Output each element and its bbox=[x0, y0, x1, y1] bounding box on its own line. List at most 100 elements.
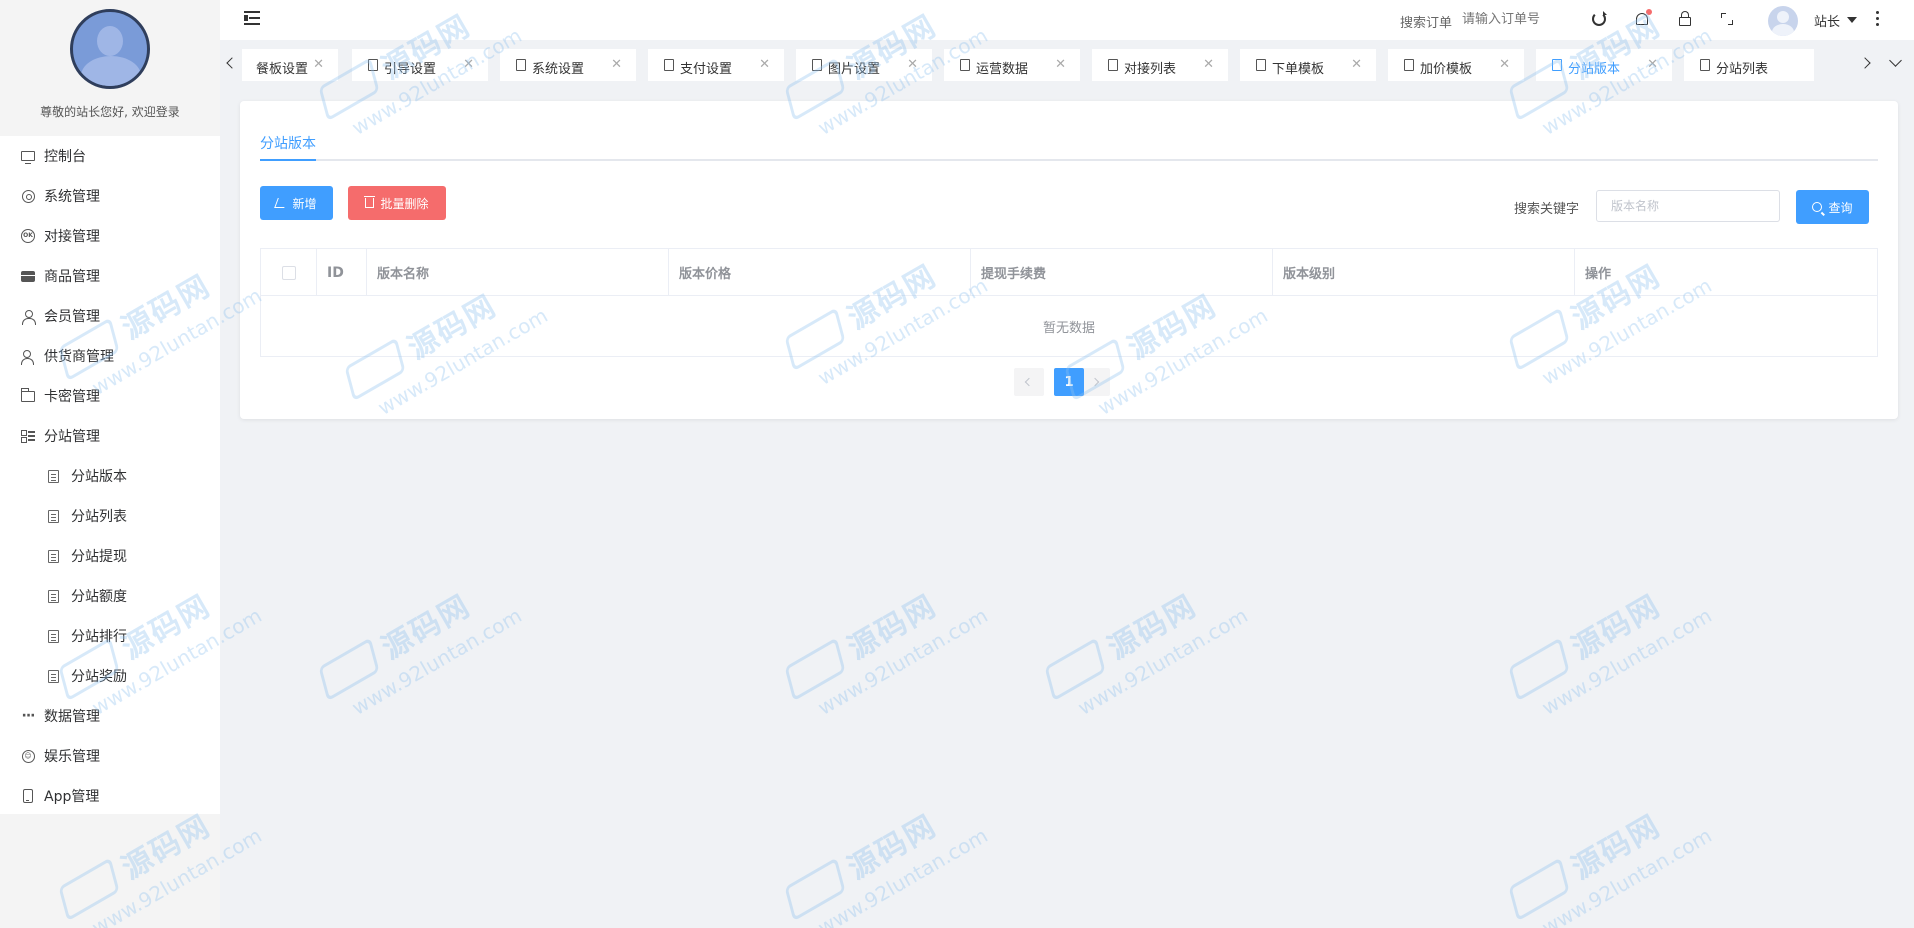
close-icon[interactable]: ✕ bbox=[463, 58, 474, 72]
sidebar-item-suppliers[interactable]: 供货商管理 bbox=[0, 336, 220, 376]
keyword-label: 搜索关键字 bbox=[1514, 202, 1580, 217]
sidebar-item-label: 娱乐管理 bbox=[44, 749, 100, 765]
sidebar-item-entertainment[interactable]: ☺ 娱乐管理 bbox=[0, 736, 220, 776]
sidebar-item-docking[interactable]: OK 对接管理 bbox=[0, 216, 220, 256]
tabs-dropdown-icon[interactable] bbox=[1888, 54, 1902, 69]
refresh-icon[interactable] bbox=[1590, 10, 1608, 28]
gear-icon bbox=[20, 188, 36, 204]
sidebar-subitem-versions[interactable]: 分站版本 bbox=[0, 456, 220, 496]
close-icon[interactable]: ✕ bbox=[1351, 58, 1362, 72]
collapse-menu-icon[interactable] bbox=[244, 11, 262, 27]
sidebar-item-substations[interactable]: 分站管理 bbox=[0, 416, 220, 456]
prev-page-button[interactable] bbox=[1014, 368, 1044, 396]
card-icon bbox=[20, 387, 36, 404]
tab-panel-settings[interactable]: 餐板设置 ✕ bbox=[242, 49, 338, 81]
versions-table: ID 版本名称 版本价格 提现手续费 版本级别 操作 暂无数据 bbox=[260, 248, 1878, 357]
order-search-input[interactable] bbox=[1462, 12, 1552, 27]
store-icon bbox=[20, 268, 36, 284]
tabs-bar: 餐板设置 ✕ 引导设置 ✕ 系统设置 ✕ 支付设置 ✕ 图片设置 ✕ 运营数据 … bbox=[220, 47, 1914, 83]
sidebar-item-data[interactable]: ··· 数据管理 bbox=[0, 696, 220, 736]
sidebar-subitem-label: 分站版本 bbox=[71, 469, 127, 485]
tab-docking-list[interactable]: 对接列表 ✕ bbox=[1092, 49, 1228, 81]
column-header-price: 版本价格 bbox=[669, 249, 971, 296]
tabs-scroll-left-icon[interactable] bbox=[226, 57, 238, 69]
close-icon[interactable]: ✕ bbox=[313, 58, 324, 72]
user-avatar[interactable] bbox=[1768, 6, 1798, 36]
sidebar-item-members[interactable]: 会员管理 bbox=[0, 296, 220, 336]
page-number-current[interactable]: 1 bbox=[1054, 368, 1084, 396]
tab-label: 加价模板 bbox=[1420, 62, 1473, 77]
close-icon[interactable]: ✕ bbox=[1499, 58, 1510, 72]
tab-markup-template[interactable]: 加价模板 ✕ bbox=[1388, 49, 1524, 81]
keyword-input[interactable] bbox=[1596, 190, 1780, 222]
edit-icon bbox=[274, 198, 289, 208]
document-icon bbox=[45, 548, 61, 564]
document-icon bbox=[368, 59, 378, 71]
select-all-checkbox[interactable] bbox=[281, 265, 296, 280]
close-icon[interactable]: ✕ bbox=[611, 58, 622, 72]
watermark-url: www.92luntan.com bbox=[1537, 823, 1716, 928]
watermark-url: www.92luntan.com bbox=[1073, 603, 1252, 720]
add-button[interactable]: 新增 bbox=[260, 186, 333, 220]
sidebar-item-app[interactable]: App管理 bbox=[0, 776, 220, 816]
tab-image-settings[interactable]: 图片设置 ✕ bbox=[796, 49, 932, 81]
document-icon bbox=[812, 59, 822, 71]
column-header-id: ID bbox=[317, 249, 367, 296]
document-icon bbox=[960, 59, 970, 71]
batch-delete-button[interactable]: 批量删除 bbox=[348, 186, 446, 220]
close-icon[interactable]: ✕ bbox=[1055, 58, 1066, 72]
dots-icon: ··· bbox=[21, 708, 36, 724]
inner-tab-versions[interactable]: 分站版本 bbox=[260, 133, 316, 153]
monitor-icon bbox=[20, 148, 36, 164]
sidebar-subitem-withdraw[interactable]: 分站提现 bbox=[0, 536, 220, 576]
user-name[interactable]: 站长 bbox=[1814, 11, 1840, 30]
empty-placeholder: 暂无数据 bbox=[1042, 320, 1095, 336]
tab-operation-data[interactable]: 运营数据 ✕ bbox=[944, 49, 1080, 81]
more-vertical-icon[interactable] bbox=[1876, 11, 1880, 27]
tabs-scroll-right-icon[interactable] bbox=[1859, 57, 1871, 69]
admin-avatar[interactable] bbox=[70, 9, 150, 89]
tab-payment-settings[interactable]: 支付设置 ✕ bbox=[648, 49, 784, 81]
watermark-logo bbox=[1044, 637, 1106, 702]
close-icon[interactable]: ✕ bbox=[1203, 58, 1214, 72]
sidebar-subitem-ranking[interactable]: 分站排行 bbox=[0, 616, 220, 656]
tab-order-template[interactable]: 下单模板 ✕ bbox=[1240, 49, 1376, 81]
inner-tab-indicator bbox=[260, 159, 316, 161]
content-card: 分站版本 新增 批量删除 搜索关键字 查询 ID 版本名称 版本价格 提现手续费… bbox=[240, 101, 1898, 419]
sidebar-item-system[interactable]: 系统管理 bbox=[0, 176, 220, 216]
search-button[interactable]: 查询 bbox=[1796, 190, 1869, 224]
sidebar-subitem-label: 分站排行 bbox=[71, 629, 127, 645]
document-icon bbox=[45, 668, 61, 684]
watermark-logo bbox=[784, 637, 846, 702]
fullscreen-icon[interactable] bbox=[1718, 10, 1736, 28]
sidebar-subitem-list[interactable]: 分站列表 bbox=[0, 496, 220, 536]
close-icon[interactable]: ✕ bbox=[907, 58, 918, 72]
lock-icon[interactable] bbox=[1676, 10, 1694, 28]
caret-down-icon[interactable] bbox=[1847, 17, 1857, 23]
close-icon[interactable]: ✕ bbox=[759, 58, 770, 72]
sidebar-item-cards[interactable]: 卡密管理 bbox=[0, 376, 220, 416]
watermark-logo bbox=[784, 857, 846, 922]
sidebar-item-dashboard[interactable]: 控制台 bbox=[0, 136, 220, 176]
next-page-button[interactable] bbox=[1080, 368, 1110, 396]
search-button-label: 查询 bbox=[1828, 200, 1853, 215]
tab-label: 下单模板 bbox=[1272, 62, 1325, 77]
bell-icon[interactable] bbox=[1633, 9, 1652, 28]
sidebar-subitem-quota[interactable]: 分站额度 bbox=[0, 576, 220, 616]
close-icon[interactable]: ✕ bbox=[1647, 58, 1658, 72]
tab-label: 运营数据 bbox=[976, 62, 1029, 77]
sidebar-item-label: 分站管理 bbox=[44, 429, 100, 445]
column-header-fee: 提现手续费 bbox=[971, 249, 1273, 296]
tab-guide-settings[interactable]: 引导设置 ✕ bbox=[352, 49, 488, 81]
tab-system-settings[interactable]: 系统设置 ✕ bbox=[500, 49, 636, 81]
document-icon bbox=[1256, 59, 1266, 71]
watermark-text: 源码网 bbox=[1102, 588, 1203, 667]
watermark-text: 源码网 bbox=[376, 588, 477, 667]
watermark: 源码网 www.92luntan.com bbox=[771, 562, 992, 747]
sidebar-item-goods[interactable]: 商品管理 bbox=[0, 256, 220, 296]
document-icon bbox=[1404, 59, 1414, 71]
document-icon bbox=[45, 508, 61, 524]
tab-substation-versions[interactable]: 分站版本 ✕ bbox=[1536, 49, 1672, 81]
sidebar-subitem-rewards[interactable]: 分站奖励 bbox=[0, 656, 220, 696]
tab-substation-list[interactable]: 分站列表 bbox=[1684, 49, 1814, 81]
